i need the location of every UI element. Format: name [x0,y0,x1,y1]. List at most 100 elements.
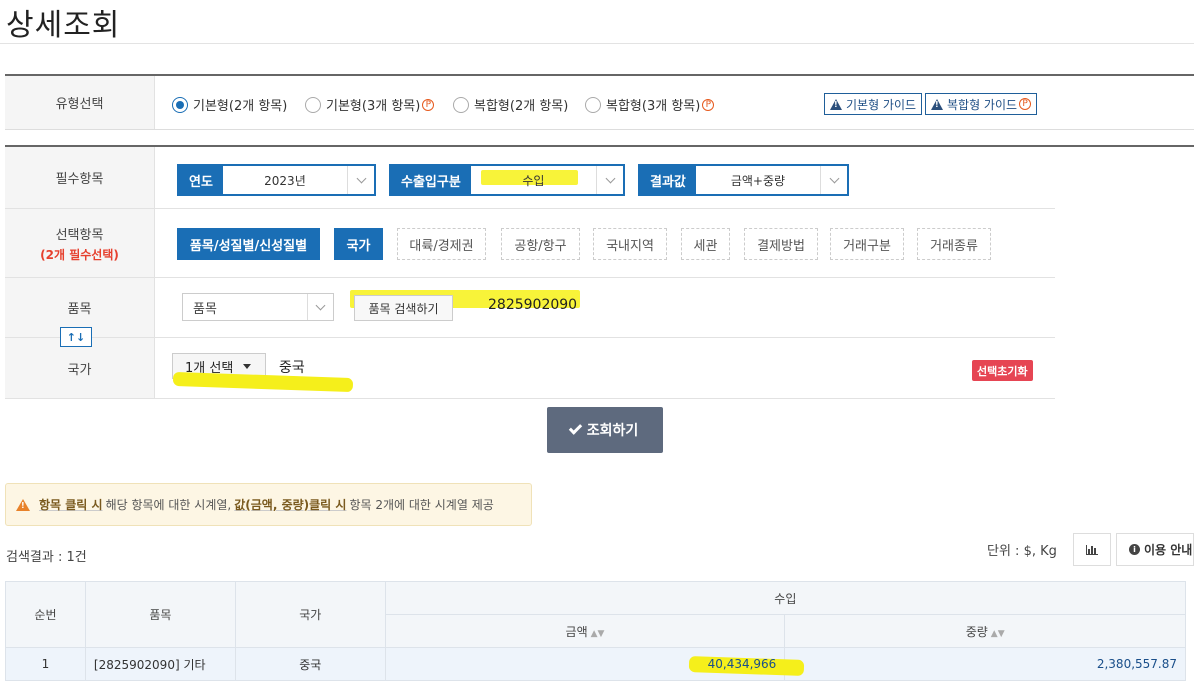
year-label: 연도 [179,166,223,194]
option-country[interactable]: 국가 [334,228,383,260]
col-header-import: 수입 [384,581,1187,615]
option-continent[interactable]: 대륙/경제권 [397,228,486,260]
sort-icon: ▲▼ [990,628,1005,639]
check-icon [568,421,582,435]
col-header-no: 순번 [5,581,86,648]
optional-title: 선택항목 [55,227,104,243]
search-button[interactable]: 조회하기 [547,407,663,453]
cell-weight[interactable]: 2,380,557.87 [784,647,1186,681]
item-row: 품목 품목 품목 검색하기 2825902090 [5,278,1055,338]
option-trade-type[interactable]: 거래종류 [917,228,991,260]
notice-banner: 항목 클릭 시 해당 항목에 대한 시계열, 값(금액, 중량)클릭 시 항목 … [5,483,532,526]
optional-row: 선택항목 (2개 필수선택) 품목/성질별/신성질별 국가 대륙/경제권 공항/… [5,209,1055,278]
swap-order-button[interactable]: ↑↓ [60,327,92,347]
required-label: 필수항목 [5,147,155,208]
chart-button[interactable] [1073,533,1111,566]
required-row: 필수항목 연도 2023년 수출입구분 수입 결과값 금액+중량 [5,147,1055,209]
radio-basic-3-label: 기본형(3개 항목) [326,99,421,114]
highlight-mark [172,371,354,393]
chevron-down-icon [307,294,333,320]
type-select-section: 유형선택 기본형(2개 항목) 기본형(3개 항목) P 복합형(2개 항목) … [5,74,1194,130]
premium-icon: P [422,98,435,111]
warning-icon [16,498,30,511]
bar-chart-icon [1086,544,1098,555]
radio-complex-3[interactable]: 복합형(3개 항목) P [585,95,715,114]
col-header-weight[interactable]: 중량 ▲▼ [784,614,1186,648]
optional-required-note: (2개 필수선택) [40,247,119,262]
chevron-down-icon [348,166,374,194]
notice-text-2: 항목 2개에 대한 시계열 제공 [349,498,494,512]
notice-bold-1: 항목 클릭 시 [39,498,103,512]
title-divider [0,43,1194,44]
search-button-label: 조회하기 [586,423,639,439]
option-item-nature[interactable]: 품목/성질별/신성질별 [177,228,320,260]
page-title: 상세조회 [6,8,121,43]
search-form: 필수항목 연도 2023년 수출입구분 수입 결과값 금액+중량 선택항목 (2… [5,145,1194,399]
usage-guide-button[interactable]: i 이용 안내 [1116,533,1194,566]
table-row: 1 [2825902090] 기타 중국 40,434,966 2,380,55… [5,647,1186,681]
basic-guide-label: 기본형 가이드 [846,97,917,112]
complex-guide-label: 복합형 가이드 [947,97,1018,112]
radio-off-icon [453,96,469,113]
chevron-down-icon [821,166,847,194]
option-trade-class[interactable]: 거래구분 [830,228,904,260]
trade-type-select[interactable]: 수출입구분 수입 [389,164,625,196]
notice-text-1: 해당 항목에 대한 시계열, [105,498,232,512]
item-category-select[interactable]: 품목 [182,293,334,321]
optional-label: 선택항목 (2개 필수선택) [5,209,155,277]
year-select[interactable]: 연도 2023년 [177,164,376,196]
caret-down-icon [243,363,252,369]
item-code: 2825902090 [488,297,578,313]
weight-header-label: 중량 [965,624,988,639]
col-header-country: 국가 [234,581,386,648]
result-count: 검색결과 : 1건 [6,550,87,565]
info-icon: i [1129,544,1140,555]
col-header-item: 품목 [84,581,236,648]
radio-basic-2-label: 기본형(2개 항목) [193,99,288,114]
result-value-label: 결과값 [640,166,696,194]
amount-value: 40,434,966 [707,657,777,671]
radio-complex-2[interactable]: 복합형(2개 항목) [453,95,568,114]
type-select-label: 유형선택 [5,76,155,129]
cell-amount[interactable]: 40,434,966 [384,647,805,681]
result-table: 순번 품목 국가 수입 금액 ▲▼ 중량 ▲▼ 1 [2825902090] 기타 … [5,581,1187,681]
option-airport-port[interactable]: 공항/항구 [501,228,580,260]
warning-icon [931,98,943,110]
cell-country[interactable]: 중국 [234,647,386,681]
chevron-down-icon [597,166,623,194]
usage-guide-label: 이용 안내 [1144,543,1193,557]
reset-selection-button[interactable]: 선택초기화 [972,360,1033,381]
warning-icon [830,98,842,110]
radio-off-icon [305,96,321,113]
radio-complex-3-label: 복합형(3개 항목) [606,99,701,114]
option-payment-method[interactable]: 결제방법 [744,228,818,260]
radio-basic-3[interactable]: 기본형(3개 항목) P [305,95,435,114]
country-label: 국가 [5,338,155,398]
complex-guide-button[interactable]: 복합형 가이드 P [925,93,1038,115]
sort-icon: ▲▼ [590,628,605,639]
cell-item[interactable]: [2825902090] 기타 [84,647,236,681]
notice-bold-2: 값(금액, 중량)클릭 시 [234,498,347,512]
item-search-button[interactable]: 품목 검색하기 [354,295,453,321]
country-value: 중국 [279,360,305,376]
trade-type-value: 수입 [471,166,597,194]
radio-off-icon [585,96,601,113]
option-domestic-region[interactable]: 국내지역 [593,228,667,260]
item-category-value: 품목 [193,301,217,317]
result-value-value: 금액+중량 [696,166,821,194]
radio-on-icon [172,96,188,113]
year-value: 2023년 [223,166,348,194]
col-header-amount[interactable]: 금액 ▲▼ [384,614,786,648]
premium-icon: P [1019,98,1032,110]
result-value-select[interactable]: 결과값 금액+중량 [638,164,849,196]
option-customs[interactable]: 세관 [681,228,730,260]
trade-type-label: 수출입구분 [391,166,471,194]
premium-icon: P [702,98,715,111]
country-row: 국가 1개 선택 중국 선택초기화 [5,338,1055,399]
cell-no: 1 [5,647,86,681]
basic-guide-button[interactable]: 기본형 가이드 [824,93,923,115]
trade-type-text: 수입 [522,173,545,188]
amount-header-label: 금액 [565,624,588,639]
unit-label: 단위 : $, Kg [987,544,1057,559]
radio-basic-2[interactable]: 기본형(2개 항목) [172,95,287,114]
